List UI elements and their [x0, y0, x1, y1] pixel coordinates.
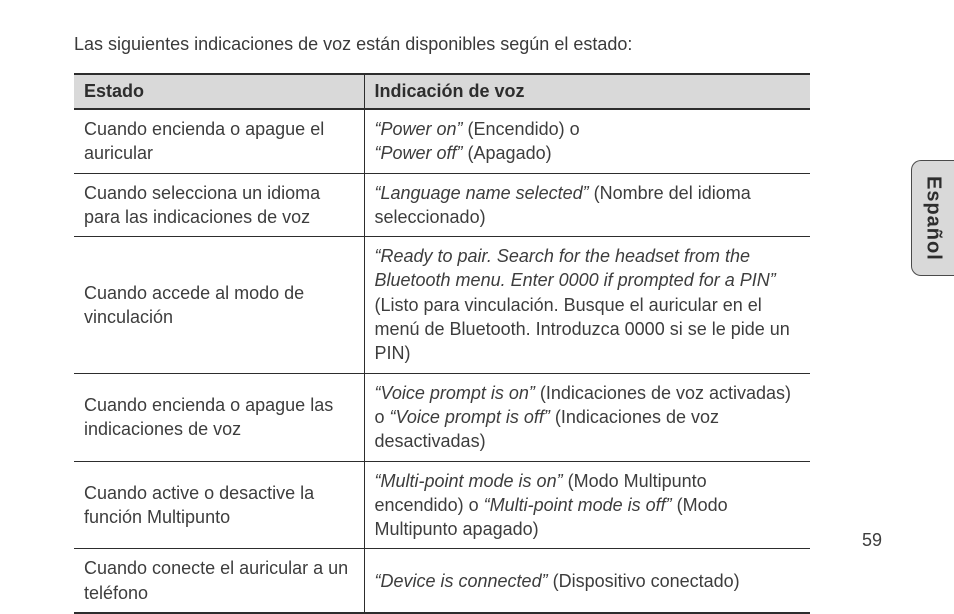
- voice-indication-table: Estado Indicación de voz Cuando encienda…: [74, 73, 810, 614]
- intro-text: Las siguientes indicaciones de voz están…: [74, 34, 810, 55]
- page-content: Las siguientes indicaciones de voz están…: [0, 0, 882, 614]
- cell-status: Cuando active o desactive la función Mul…: [74, 461, 364, 549]
- cell-status: Cuando conecte el auricular a un teléfon…: [74, 549, 364, 613]
- header-status: Estado: [74, 74, 364, 109]
- cell-voice: “Language name selected” (Nombre del idi…: [364, 173, 810, 237]
- language-tab-label: Español: [922, 176, 945, 261]
- cell-voice: “Device is connected” (Dispositivo conec…: [364, 549, 810, 613]
- table-row: Cuando selecciona un idioma para las ind…: [74, 173, 810, 237]
- cell-status: Cuando accede al modo de vinculación: [74, 237, 364, 373]
- table-row: Cuando encienda o apague el auricular“Po…: [74, 109, 810, 173]
- cell-status: Cuando selecciona un idioma para las ind…: [74, 173, 364, 237]
- cell-voice: “Power on” (Encendido) o “Power off” (Ap…: [364, 109, 810, 173]
- cell-status: Cuando encienda o apague las indicacione…: [74, 373, 364, 461]
- table-row: Cuando encienda o apague las indicacione…: [74, 373, 810, 461]
- cell-voice: “Multi-point mode is on” (Modo Multipunt…: [364, 461, 810, 549]
- language-tab: Español: [911, 160, 954, 276]
- header-voice: Indicación de voz: [364, 74, 810, 109]
- table-row: Cuando conecte el auricular a un teléfon…: [74, 549, 810, 613]
- table-row: Cuando active o desactive la función Mul…: [74, 461, 810, 549]
- table-row: Cuando accede al modo de vinculación“Rea…: [74, 237, 810, 373]
- cell-voice: “Voice prompt is on” (Indicaciones de vo…: [364, 373, 810, 461]
- page-number: 59: [862, 530, 882, 551]
- cell-voice: “Ready to pair. Search for the headset f…: [364, 237, 810, 373]
- cell-status: Cuando encienda o apague el auricular: [74, 109, 364, 173]
